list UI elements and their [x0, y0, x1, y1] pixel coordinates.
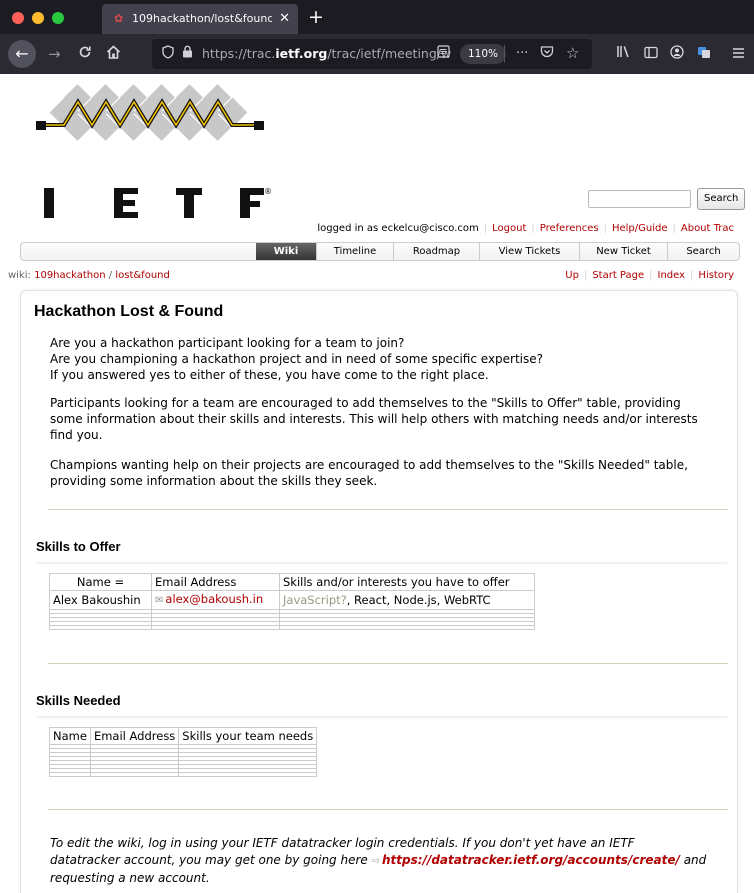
about-trac-link[interactable]: About Trac: [681, 223, 734, 234]
skills-needed-heading: Skills Needed: [36, 693, 729, 717]
edit-instructions: To edit the wiki, log in using your IETF…: [50, 836, 707, 885]
email-link[interactable]: alex@bakoush.in: [165, 592, 263, 606]
home-icon[interactable]: [106, 43, 121, 65]
logout-link[interactable]: Logout: [492, 223, 526, 234]
table-row: [49, 772, 318, 777]
page: ® Search logged in as eckelcu@cisco.com |…: [0, 74, 754, 893]
tab-timeline[interactable]: Timeline: [316, 243, 393, 260]
meta-nav: logged in as eckelcu@cisco.com | Logout | Pr…: [317, 223, 734, 234]
preferences-link[interactable]: Preferences: [540, 223, 599, 234]
close-window-button[interactable]: [12, 12, 24, 24]
extension-icon[interactable]: [697, 43, 711, 65]
column-header-email: Email Address: [89, 727, 180, 745]
account-icon[interactable]: [670, 43, 684, 65]
missing-wiki-link[interactable]: JavaScript?: [283, 593, 347, 607]
logged-in-label: logged in as eckelcu@cisco.com: [317, 223, 479, 234]
new-tab-icon[interactable]: +: [308, 4, 324, 30]
breadcrumb-109hackathon[interactable]: 109hackathon: [34, 270, 106, 281]
url-text[interactable]: https://trac.ietf.org/trac/ietf/meeting/…: [202, 45, 452, 63]
tab-view-tickets[interactable]: View Tickets: [479, 243, 579, 260]
main-nav: Wiki Timeline Roadmap View Tickets New T…: [20, 242, 740, 261]
page-title: Hackathon Lost & Found: [34, 303, 224, 320]
column-header-email: Email Address: [151, 573, 280, 591]
external-link-icon: ⇨: [371, 856, 381, 867]
sidebar-icon[interactable]: [644, 43, 658, 65]
library-icon[interactable]: [616, 43, 630, 65]
back-icon[interactable]: ←: [8, 40, 36, 68]
ctxnav-start-page[interactable]: Start Page: [592, 270, 644, 281]
divider: [48, 663, 728, 664]
menu-icon[interactable]: [732, 43, 745, 65]
star-icon[interactable]: ☆: [566, 44, 579, 62]
svg-text:®: ®: [264, 187, 272, 196]
urlbar-divider: [504, 45, 505, 63]
pocket-icon[interactable]: [540, 45, 554, 63]
column-header-skills: Skills and/or interests you have to offe…: [279, 573, 535, 591]
context-nav: Up | Start Page | Index | History: [565, 270, 734, 281]
tab-title: 109hackathon/lost&found – Me: [132, 12, 272, 25]
participants-paragraph: Participants looking for a team are enco…: [50, 396, 698, 442]
shield-icon[interactable]: [162, 45, 174, 64]
breadcrumb-lost-found[interactable]: lost&found: [115, 270, 170, 281]
tab-search[interactable]: Search: [667, 243, 739, 260]
help-guide-link[interactable]: Help/Guide: [612, 223, 668, 234]
zoom-window-button[interactable]: [52, 12, 64, 24]
forward-icon[interactable]: →: [48, 43, 61, 65]
intro-paragraph: Are you a hackathon participant looking …: [50, 336, 544, 382]
divider: [48, 509, 728, 510]
table-header-row: Name Email Address Skills your team need…: [49, 727, 318, 745]
champions-paragraph: Champions wanting help on their projects…: [50, 458, 688, 488]
email-icon: ✉: [155, 595, 164, 606]
reader-view-icon[interactable]: [437, 45, 450, 63]
tab-wiki[interactable]: Wiki: [256, 243, 316, 260]
url-bar[interactable]: https://trac.ietf.org/trac/ietf/meeting/…: [152, 39, 592, 69]
skills-needed-table: Name Email Address Skills your team need…: [49, 727, 318, 777]
skills-to-offer-heading: Skills to Offer: [36, 539, 729, 563]
table-row: Alex Bakoushin ✉ alex@bakoush.in JavaScri…: [49, 590, 535, 610]
ietf-logo[interactable]: ®: [34, 80, 274, 220]
trac-search-button[interactable]: Search: [697, 188, 746, 210]
breadcrumb-prefix: wiki:: [8, 270, 31, 281]
datatracker-create-link[interactable]: https://datatracker.ietf.org/accounts/cr…: [382, 853, 680, 867]
trac-search-input[interactable]: [588, 190, 691, 208]
cell-email[interactable]: ✉ alex@bakoush.in: [151, 590, 280, 610]
reload-icon[interactable]: [78, 43, 92, 65]
browser-tab-bar: ✿ 109hackathon/lost&found – Me ✕ +: [0, 0, 754, 34]
zoom-level-badge[interactable]: 110%: [460, 44, 507, 64]
close-tab-icon[interactable]: ✕: [279, 4, 290, 34]
ctxnav-index[interactable]: Index: [658, 270, 686, 281]
tab-new-ticket[interactable]: New Ticket: [579, 243, 667, 260]
column-header-name: Name: [49, 727, 91, 745]
tab-roadmap[interactable]: Roadmap: [393, 243, 479, 260]
lock-icon[interactable]: [182, 45, 193, 63]
ctxnav-history[interactable]: History: [698, 270, 734, 281]
breadcrumb-separator: /: [108, 270, 113, 281]
breadcrumb: wiki: 109hackathon / lost&found: [8, 269, 170, 283]
ietf-favicon-icon: ✿: [114, 12, 124, 25]
table-row: [49, 625, 535, 630]
wiki-content: Hackathon Lost & Found Are you a hackath…: [20, 290, 738, 893]
browser-nav-bar: ← → https://trac.ietf.org/trac/ietf/meet…: [0, 34, 754, 74]
divider: [48, 809, 728, 810]
minimize-window-button[interactable]: [32, 12, 44, 24]
cell-name: Alex Bakoushin: [49, 590, 152, 610]
skills-to-offer-table: Name = Email Address Skills and/or inter…: [49, 573, 535, 630]
page-actions-icon[interactable]: ···: [516, 45, 528, 63]
column-header-skills-needed: Skills your team needs: [178, 727, 318, 745]
browser-tab[interactable]: ✿ 109hackathon/lost&found – Me ✕: [102, 4, 298, 34]
table-header-row: Name = Email Address Skills and/or inter…: [49, 573, 535, 591]
cell-skills: JavaScript?, React, Node.js, WebRTC: [279, 590, 535, 610]
ctxnav-up[interactable]: Up: [565, 270, 579, 281]
column-header-name[interactable]: Name =: [49, 573, 152, 591]
